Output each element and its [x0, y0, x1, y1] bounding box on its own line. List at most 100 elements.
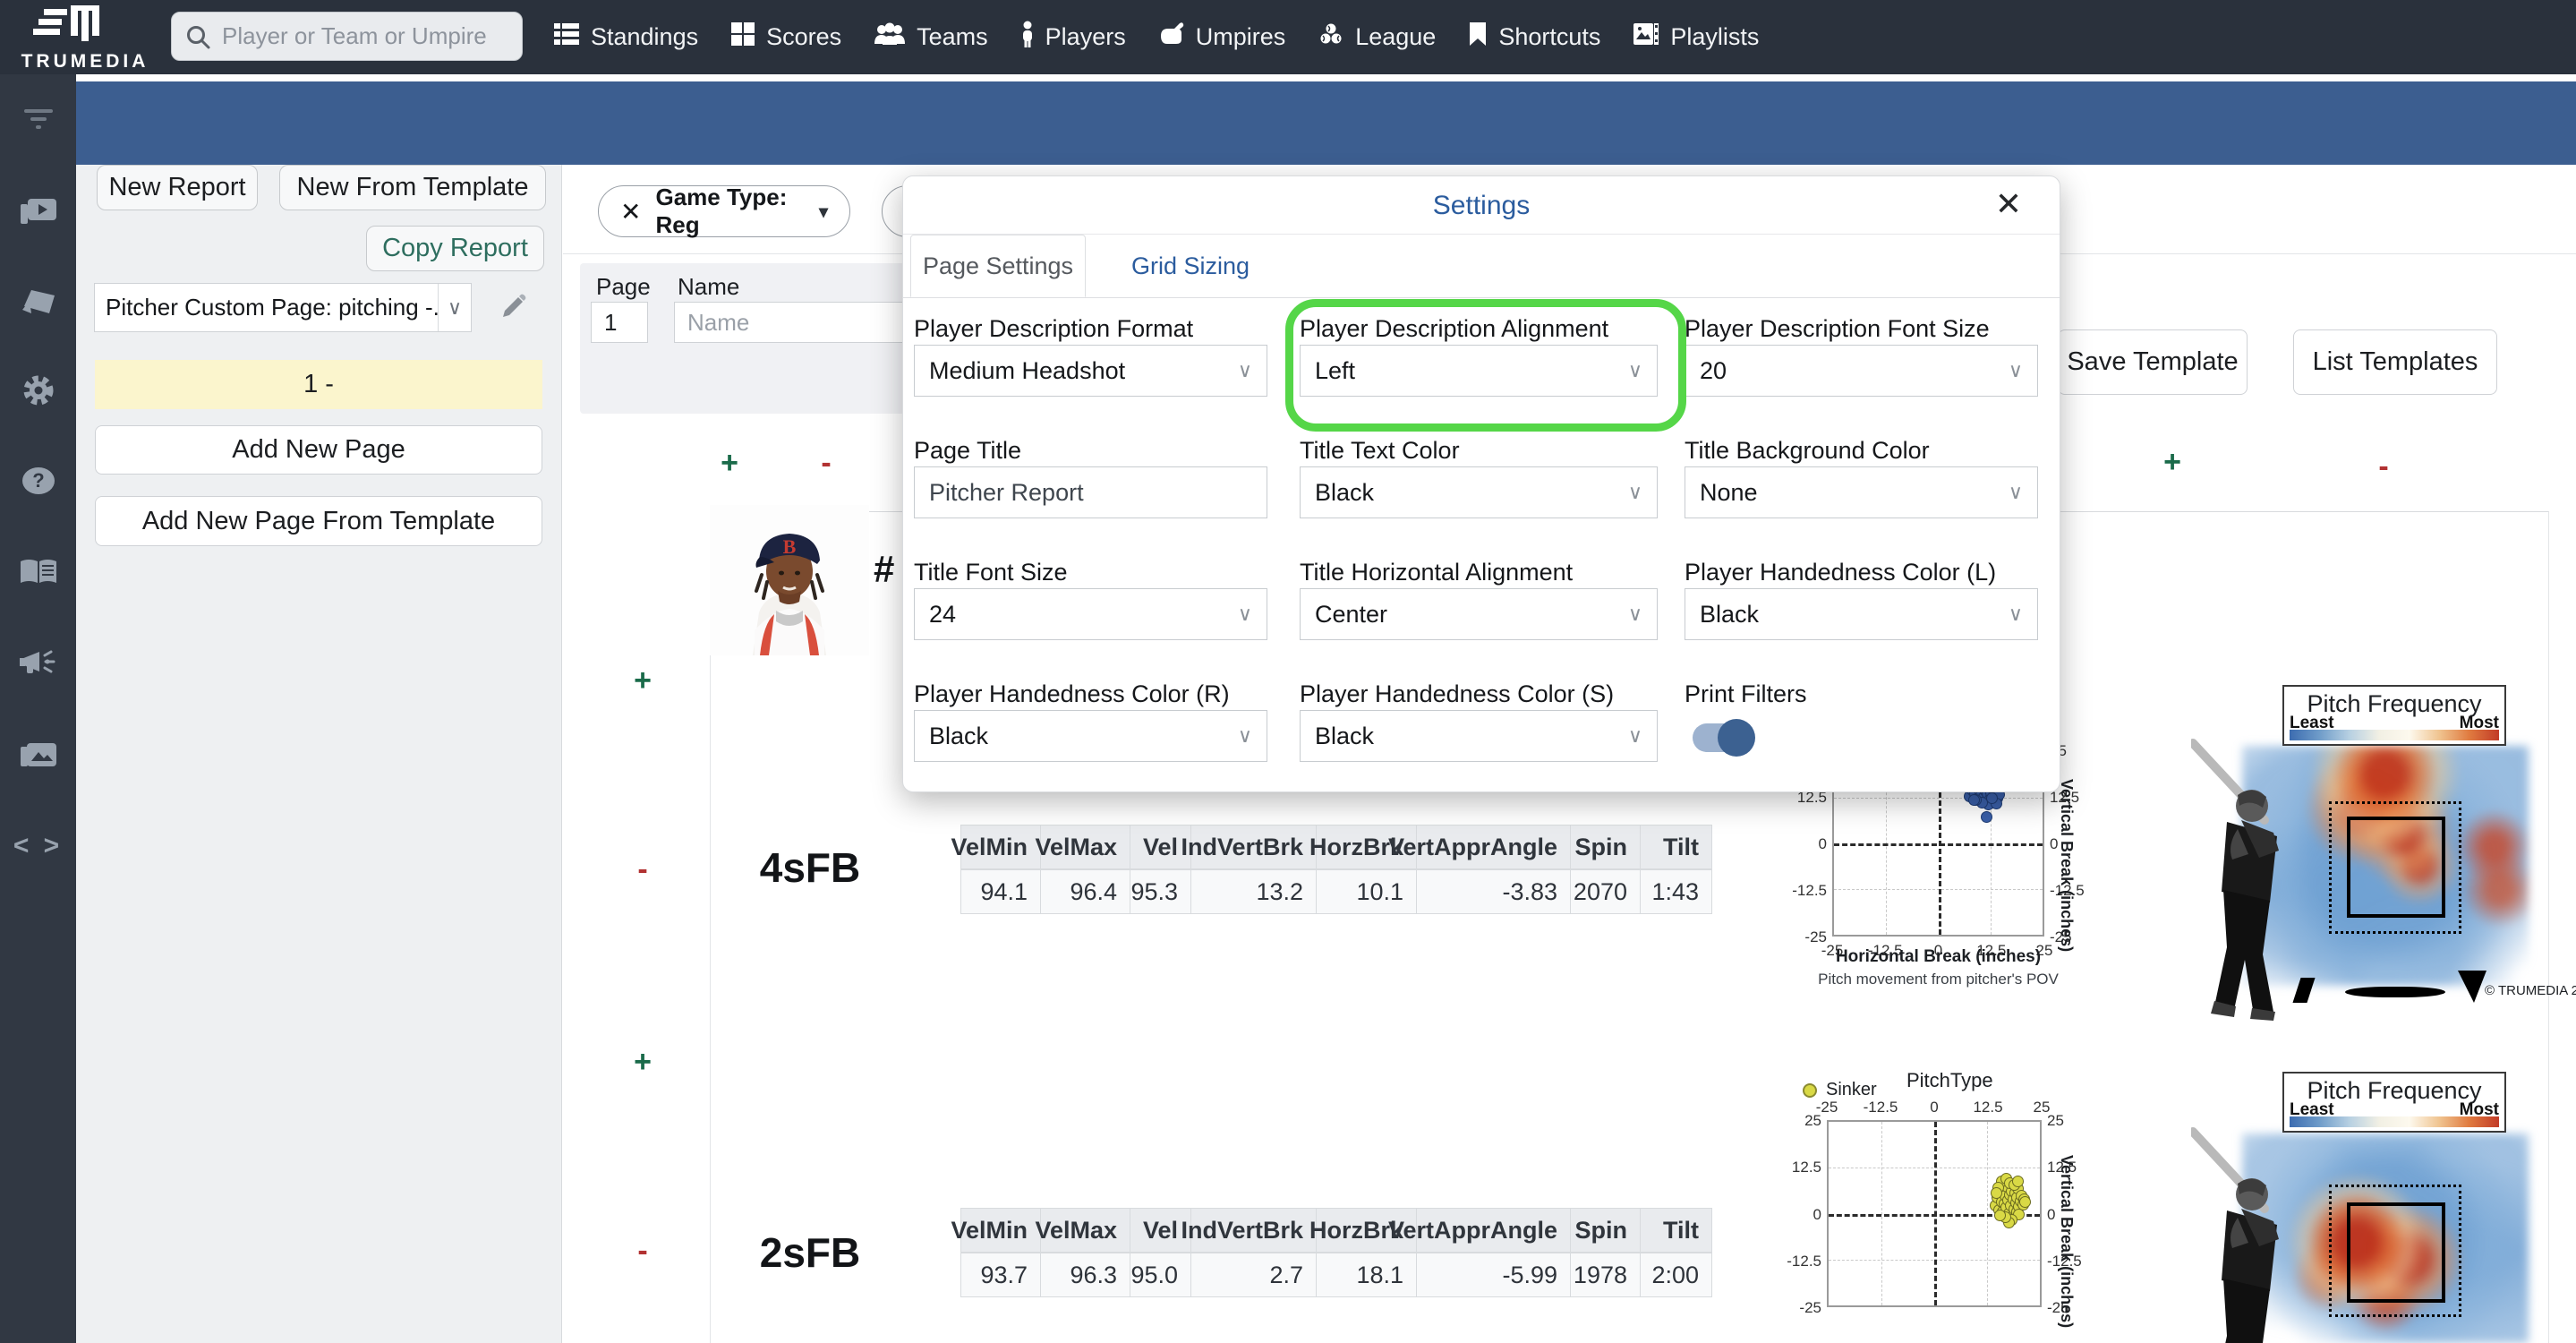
print-filters-toggle[interactable] — [1693, 719, 1755, 757]
field-label: Print Filters — [1685, 680, 1807, 707]
batter-silhouette — [2191, 739, 2279, 1021]
select-value: Left — [1315, 356, 1356, 384]
pitch-row-label: 4sFB — [759, 844, 861, 891]
field-label: Player Description Alignment — [1300, 315, 1609, 342]
chevron-down-icon: ∨ — [2008, 359, 2023, 381]
nav-item-standings[interactable]: Standings — [553, 22, 698, 52]
page-list-item-1[interactable]: 1 - — [95, 360, 542, 409]
add-new-page-button[interactable]: Add New Page — [95, 425, 542, 475]
chevron-down-icon: ∨ — [1237, 603, 1252, 625]
title-text-color-select[interactable]: Black ∨ — [1300, 466, 1658, 518]
color-scale-bar — [2290, 730, 2499, 740]
pitchtype-legend-title: PitchType — [1906, 1069, 1993, 1091]
filter-chip-game-type[interactable]: ✕ Game Type: Reg ▾ — [598, 184, 850, 238]
remove-column-button[interactable]: - — [808, 446, 844, 481]
table-value-cell: 10.1 — [1317, 869, 1417, 914]
heatmap-legend-top: Pitch Frequency Least Most — [2282, 685, 2506, 746]
player-headshot: B — [710, 505, 869, 655]
tab-grid-sizing[interactable]: Grid Sizing — [1114, 235, 1267, 297]
add-new-page-from-template-button[interactable]: Add New Page From Template — [95, 496, 542, 546]
help-icon[interactable]: ? — [0, 460, 76, 501]
table-value-cell: 2070 — [1571, 869, 1641, 914]
add-column-button[interactable]: + — [2154, 445, 2190, 480]
svg-text:?: ? — [32, 469, 44, 492]
table-value-cell: 95.3 — [1130, 869, 1191, 914]
field-label: Page Title — [914, 437, 1022, 464]
nav-item-label: Shortcuts — [1498, 23, 1601, 50]
chevron-down-icon: ∨ — [1627, 359, 1642, 381]
select-value: Black — [1315, 722, 1375, 749]
chevron-down-icon: ∨ — [438, 284, 471, 331]
megaphone-icon[interactable] — [0, 643, 76, 684]
gallery-icon[interactable] — [0, 734, 76, 775]
data-point-4sfb — [1967, 793, 1980, 806]
field-label: Player Description Font Size — [1685, 315, 1990, 342]
list-templates-button[interactable]: List Templates — [2293, 329, 2497, 395]
new-report-button[interactable]: New Report — [97, 165, 258, 210]
nav-item-umpires[interactable]: Umpires — [1158, 21, 1285, 53]
field-label: Title Background Color — [1685, 437, 1930, 464]
table-value-cell: 2:00 — [1641, 1253, 1712, 1297]
modal-tabs: Page Settings Grid Sizing — [903, 235, 2060, 298]
field-icon[interactable] — [0, 282, 76, 323]
nav-item-playlists[interactable]: Playlists — [1633, 21, 1759, 53]
legend-swatch-sinker — [1803, 1083, 1817, 1098]
report-panel — [76, 165, 562, 1343]
gear-icon[interactable] — [0, 370, 76, 411]
select-value: Center — [1315, 600, 1388, 628]
video-playlist-icon[interactable] — [0, 190, 76, 231]
copy-report-button[interactable]: Copy Report — [366, 226, 544, 271]
add-row-button[interactable]: + — [625, 663, 661, 698]
tab-page-settings[interactable]: Page Settings — [910, 235, 1086, 297]
edit-pencil-icon[interactable] — [498, 292, 528, 322]
filter-icon[interactable] — [0, 98, 76, 140]
table-value-cell: 94.1 — [960, 869, 1041, 914]
player-description-alignment-select[interactable]: Left ∨ — [1300, 345, 1658, 397]
chip-caret-icon[interactable]: ▾ — [819, 201, 828, 223]
remove-row-button[interactable]: - — [625, 1234, 661, 1269]
title-background-color-select[interactable]: None ∨ — [1685, 466, 2038, 518]
nav-item-players[interactable]: Players — [1020, 21, 1126, 54]
chip-close-icon[interactable]: ✕ — [620, 197, 641, 227]
nav-item-teams[interactable]: Teams — [874, 22, 988, 52]
player-description-font-size-select[interactable]: 20 ∨ — [1685, 345, 2038, 397]
navbar-menu: Standings Scores Teams Players Umpires League… — [553, 0, 1759, 74]
home-plate — [2345, 987, 2445, 997]
y-tick-label: -12.5 — [1787, 1252, 1821, 1270]
report-page-select[interactable]: Pitcher Custom Page: pitching -... ∨ — [94, 283, 472, 332]
nav-item-label: Playlists — [1670, 23, 1760, 50]
book-icon[interactable] — [0, 552, 76, 593]
page-number-input[interactable]: 1 — [591, 302, 648, 343]
field-label: Player Description Format — [914, 315, 1194, 342]
select-value: Black — [929, 722, 989, 749]
add-row-button[interactable]: + — [625, 1045, 661, 1080]
code-icon[interactable]: < > — [0, 825, 76, 867]
table-value-cell: 93.7 — [960, 1253, 1041, 1297]
add-column-button[interactable]: + — [712, 446, 747, 481]
player-description-format-select[interactable]: Medium Headshot ∨ — [914, 345, 1267, 397]
nav-item-shortcuts[interactable]: Shortcuts — [1468, 21, 1600, 53]
title-font-size-select[interactable]: 24 ∨ — [914, 588, 1267, 640]
data-point-sinker — [2019, 1196, 2032, 1209]
nav-item-league[interactable]: League — [1318, 21, 1436, 54]
search-input[interactable]: Player or Team or Umpire — [171, 12, 523, 61]
movement-scatter-sinker — [1827, 1120, 2042, 1307]
y-tick-label: -25 — [1799, 1299, 1821, 1316]
player-handedness-color-r-select[interactable]: Black ∨ — [914, 710, 1267, 762]
y-axis-title: Vertical Break (inches) — [2058, 1155, 2076, 1329]
new-from-template-button[interactable]: New From Template — [279, 165, 546, 210]
player-handedness-color-l-select[interactable]: Black ∨ — [1685, 588, 2038, 640]
remove-row-button[interactable]: - — [625, 852, 661, 887]
page-title-input[interactable]: Pitcher Report — [914, 466, 1267, 518]
y-tick-label: 0 — [1813, 1205, 1821, 1223]
title-horizontal-alignment-select[interactable]: Center ∨ — [1300, 588, 1658, 640]
page-label: Page — [596, 273, 651, 300]
close-icon[interactable]: ✕ — [1995, 185, 2022, 223]
trumedia-logo[interactable]: TRUMEDIA — [9, 4, 161, 72]
nav-item-scores[interactable]: Scores — [730, 21, 841, 53]
save-template-button[interactable]: Save Template — [2058, 329, 2248, 395]
strike-zone-outline — [2347, 817, 2445, 918]
player-handedness-color-s-select[interactable]: Black ∨ — [1300, 710, 1658, 762]
remove-column-button[interactable]: - — [2366, 449, 2401, 484]
report-page-select-value: Pitcher Custom Page: pitching -... — [106, 294, 438, 321]
